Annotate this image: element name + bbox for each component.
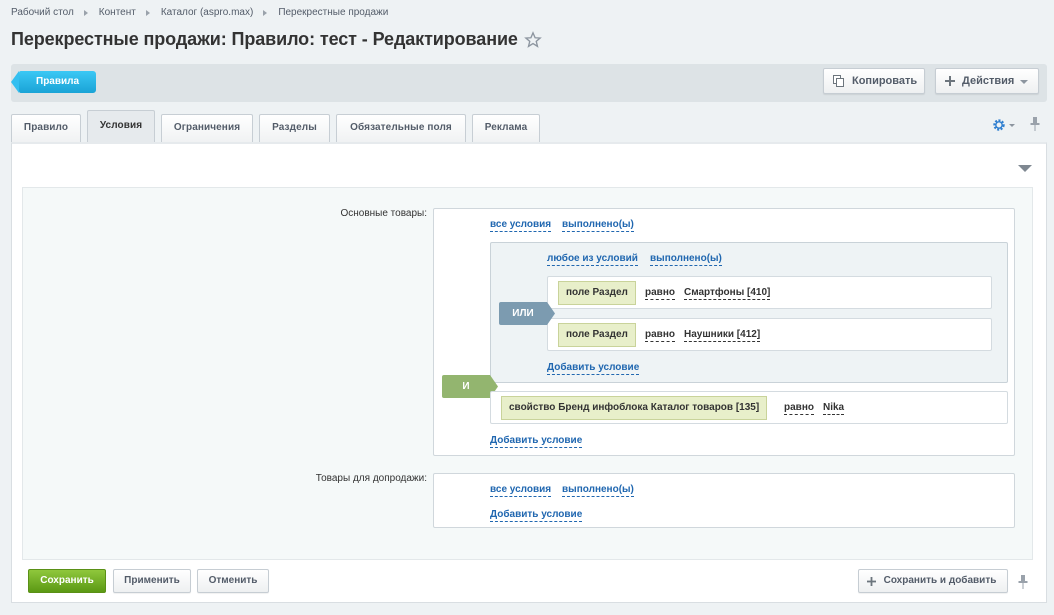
breadcrumb-content[interactable]: Контент [99, 7, 136, 18]
upsell-all-conditions-link[interactable]: все условия [490, 484, 552, 497]
tab-conditions[interactable]: Условия [87, 110, 155, 143]
condition-field-tag[interactable]: поле Раздел [558, 323, 636, 347]
tab-restrictions[interactable]: Ограничения [161, 114, 253, 142]
collapse-icon[interactable] [1018, 165, 1032, 172]
actions-label: Действия [962, 75, 1015, 87]
actions-button[interactable]: Действия [935, 68, 1039, 94]
copy-label: Копировать [852, 75, 918, 87]
star-icon[interactable] [524, 31, 542, 49]
cancel-button[interactable]: Отменить [197, 569, 269, 593]
upsell-fulfilled-link[interactable]: выполнено(ы) [562, 484, 634, 497]
upsell-products-label: Товары для допродажи: [315, 473, 427, 484]
condition-value-link[interactable]: Смартфоны [410] [684, 287, 771, 300]
condition-operator-link[interactable]: равно [645, 287, 675, 300]
tab-advertising[interactable]: Реклама [472, 114, 540, 142]
condition-operator-link[interactable]: равно [784, 402, 814, 415]
tab-rule[interactable]: Правило [11, 114, 81, 142]
condition-value-link[interactable]: Наушники [412] [684, 329, 761, 342]
and-badge: И [442, 375, 490, 398]
breadcrumb: Рабочий стол Контент Каталог (aspro.max)… [11, 7, 388, 18]
page-title: Перекрестные продажи: Правило: тест - Ре… [11, 29, 518, 49]
pin-icon[interactable] [1030, 117, 1040, 131]
save-and-add-label: Сохранить и добавить [883, 575, 997, 586]
group-add-condition-link[interactable]: Добавить условие [547, 362, 640, 375]
breadcrumb-separator-icon [145, 9, 150, 16]
main-products-label: Основные товары: [340, 208, 427, 219]
apply-button[interactable]: Применить [113, 569, 191, 593]
condition-operator-link[interactable]: равно [645, 329, 675, 342]
fulfilled-link[interactable]: выполнено(ы) [562, 219, 634, 232]
plus-icon [945, 76, 955, 86]
add-condition-link[interactable]: Добавить условие [490, 435, 583, 448]
upsell-add-condition-link[interactable]: Добавить условие [490, 509, 583, 522]
condition-value-link[interactable]: Nika [823, 402, 845, 415]
gear-icon[interactable] [992, 118, 1006, 132]
any-of-conditions-link[interactable]: любое из условий [547, 253, 638, 266]
breadcrumb-separator-icon [263, 9, 268, 16]
copy-icon [833, 75, 844, 87]
plus-icon [867, 577, 876, 586]
chevron-down-icon[interactable] [1009, 124, 1015, 127]
save-and-add-button[interactable]: Сохранить и добавить [858, 569, 1008, 593]
tab-sections[interactable]: Разделы [259, 114, 330, 142]
toolbar: Правила Копировать Действия [11, 64, 1047, 102]
or-badge: ИЛИ [499, 302, 547, 325]
breadcrumb-separator-icon [83, 9, 88, 16]
breadcrumb-desktop[interactable]: Рабочий стол [11, 7, 74, 18]
condition-field-tag[interactable]: поле Раздел [558, 281, 636, 305]
condition-field-tag[interactable]: свойство Бренд инфоблока Каталог товаров… [501, 396, 768, 420]
breadcrumb-cross-sales[interactable]: Перекрестные продажи [278, 7, 388, 18]
copy-button[interactable]: Копировать [823, 68, 925, 94]
tab-required-fields[interactable]: Обязательные поля [336, 114, 466, 142]
group-fulfilled-link[interactable]: выполнено(ы) [650, 253, 722, 266]
save-button[interactable]: Сохранить [28, 569, 106, 593]
all-conditions-link[interactable]: все условия [490, 219, 552, 232]
chevron-down-icon [1020, 80, 1028, 84]
or-badge-arrow [547, 302, 555, 325]
pin-icon[interactable] [1018, 575, 1028, 589]
breadcrumb-catalog[interactable]: Каталог (aspro.max) [161, 7, 253, 18]
back-to-rules-button[interactable]: Правила [11, 71, 96, 93]
